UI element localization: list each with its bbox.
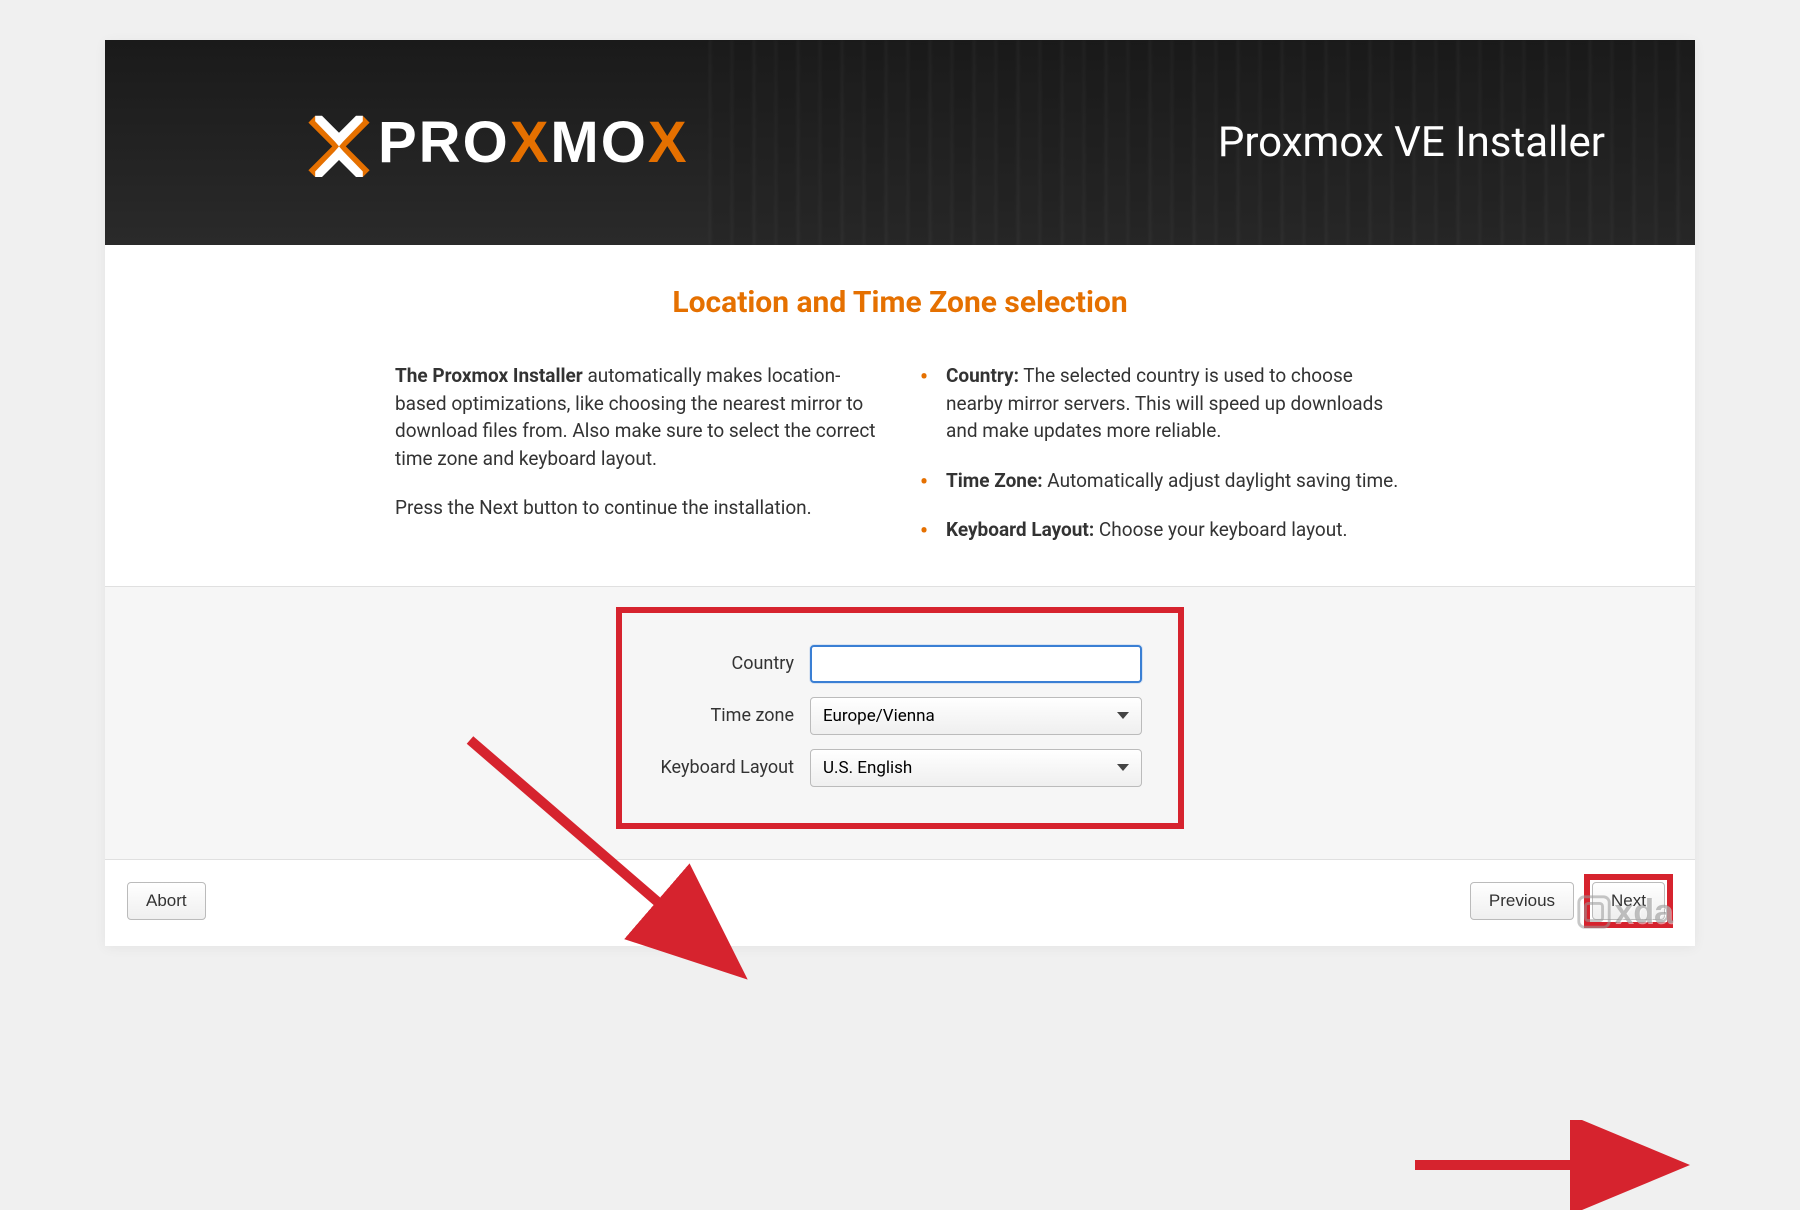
timezone-select[interactable]: Europe/Vienna [810,697,1142,735]
left-column: The Proxmox Installer automatically make… [395,362,880,566]
keyboard-select[interactable]: U.S. English [810,749,1142,787]
bullet-kb-label: Keyboard Layout: [946,518,1094,541]
footer-right: Previous Next [1470,874,1673,928]
previous-button[interactable]: Previous [1470,882,1574,920]
chevron-down-icon [1117,764,1129,771]
country-input[interactable] [810,645,1142,683]
bullet-tz-text: Automatically adjust daylight saving tim… [1043,469,1399,492]
footer: Abort Previous Next [105,860,1695,946]
page-title: Location and Time Zone selection [165,285,1635,320]
header-title: Proxmox VE Installer [1218,118,1605,167]
intro-paragraph-1: The Proxmox Installer automatically make… [395,362,880,472]
bullet-kb-text: Choose your keyboard layout. [1094,518,1347,541]
intro-paragraph-2: Press the Next button to continue the in… [395,494,880,522]
row-timezone: Time zone Europe/Vienna [640,697,1142,735]
header: PROXMOX Proxmox VE Installer [105,40,1695,245]
timezone-value: Europe/Vienna [823,706,935,726]
bullet-tz-label: Time Zone: [946,469,1043,492]
bullet-country: Country: The selected country is used to… [920,362,1405,445]
annotation-highlight-next: Next [1584,874,1673,928]
intro-bold: The Proxmox Installer [395,364,583,387]
chevron-down-icon [1117,712,1129,719]
label-country: Country [640,653,810,674]
label-timezone: Time zone [640,705,810,726]
label-keyboard: Keyboard Layout [640,757,810,778]
proxmox-x-icon [305,109,373,177]
keyboard-value: U.S. English [823,758,912,778]
abort-button[interactable]: Abort [127,882,206,920]
brand-logo: PROXMOX [305,109,689,177]
form-section: Country Time zone Europe/Vienna Keyboard… [105,586,1695,860]
row-country: Country [640,645,1142,683]
annotation-highlight-form: Country Time zone Europe/Vienna Keyboard… [616,607,1184,829]
annotation-arrow-next [1405,1120,1700,1210]
bullet-timezone: Time Zone: Automatically adjust daylight… [920,467,1405,495]
next-button[interactable]: Next [1592,882,1665,920]
brand-text: PROXMOX [378,109,689,176]
right-column: Country: The selected country is used to… [920,362,1405,566]
bullet-keyboard: Keyboard Layout: Choose your keyboard la… [920,516,1405,544]
bullet-country-label: Country: [946,364,1019,387]
installer-window: PROXMOX Proxmox VE Installer Location an… [105,40,1695,946]
row-keyboard: Keyboard Layout U.S. English [640,749,1142,787]
content-area: Location and Time Zone selection The Pro… [105,245,1695,586]
description-columns: The Proxmox Installer automatically make… [395,362,1405,566]
